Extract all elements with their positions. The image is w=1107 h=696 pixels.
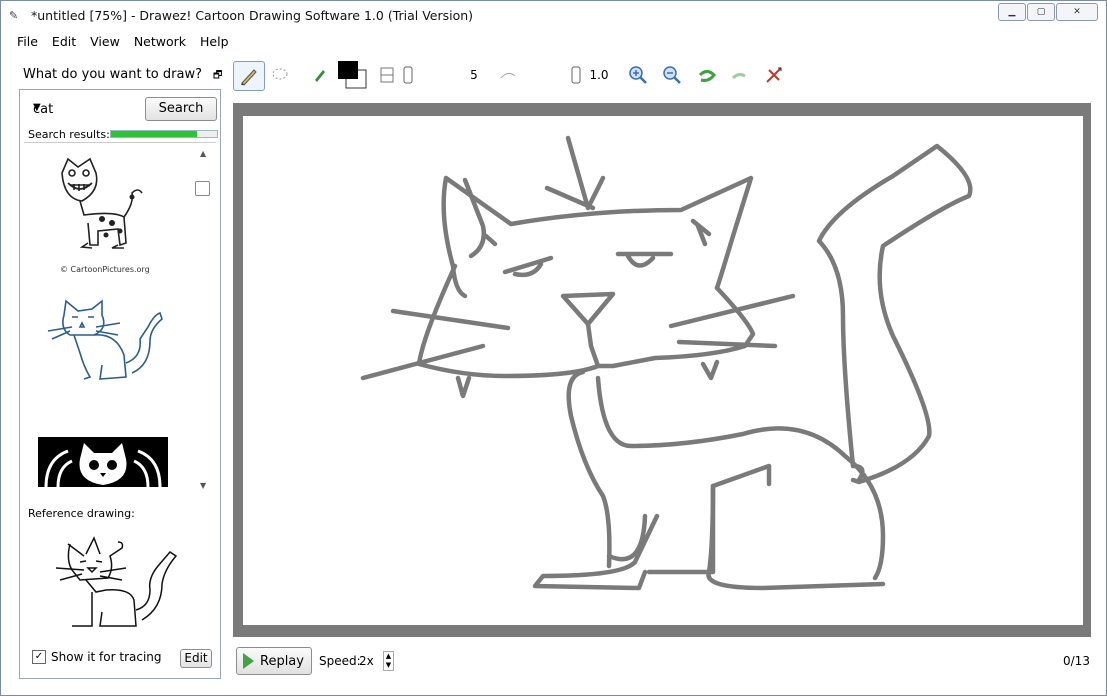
menu-network[interactable]: Network [127,31,193,53]
cat-drawing [360,135,973,591]
show-tracing-option[interactable]: ✓ Show it for tracing [32,650,162,664]
size-slider-handle[interactable] [401,61,415,89]
clear-icon [766,67,782,83]
chevron-down-icon[interactable]: ▼ [33,102,41,113]
result-thumbnail-1[interactable] [54,153,150,265]
cat-sketch-blue-thumbnail [47,299,163,380]
image-credit: © CartoonPictures.org [60,265,150,274]
undo-button[interactable] [695,61,719,89]
window-controls: ▁ ▢ ✕ [998,3,1098,21]
menu-view[interactable]: View [83,31,127,53]
search-button[interactable]: Search [145,97,217,121]
results-label: Search results: [28,128,110,141]
window-title: *untitled [75%] - Drawez! Cartoon Drawin… [31,8,474,23]
replay-button[interactable]: Replay [236,647,312,675]
brush-size-tool[interactable] [377,61,397,89]
scroll-down-icon[interactable]: ▼ [200,481,206,490]
menu-edit[interactable]: Edit [45,31,83,53]
menu-bar: File Edit View Network Help [1,31,1107,53]
zoom-out-button[interactable] [659,61,685,89]
scroll-up-icon[interactable]: ▲ [200,149,206,158]
menu-help[interactable]: Help [193,31,236,53]
drawing-canvas[interactable] [243,116,1083,625]
panel-heading: What do you want to draw? [23,67,202,82]
tracing-checkbox[interactable]: ✓ [32,650,46,664]
slider-handle-icon [403,66,413,84]
cat-skull-thumbnail [38,437,168,487]
search-input[interactable]: cat ▼ [29,100,137,120]
close-button[interactable]: ✕ [1056,3,1098,21]
progress-fill [111,131,197,137]
lasso-tool-button[interactable] [267,61,293,89]
clear-button[interactable] [761,61,787,89]
restore-panel-icon[interactable]: 🗗 [213,68,222,85]
result-thumbnail-2[interactable] [46,293,166,389]
play-icon [243,653,254,669]
speed-spinner[interactable]: ▲ ▼ [383,651,394,671]
pencil-app-icon[interactable]: ✎ [9,9,18,22]
speed-label: Speed: [319,654,361,668]
zoom-in-button[interactable] [625,61,651,89]
zoom-in-icon [629,66,647,84]
pencil-icon [241,69,257,86]
pencil-tool-button[interactable] [233,61,265,91]
reference-drawing [50,530,190,640]
result-select-checkbox[interactable] [195,181,210,196]
line-size-icon [380,67,394,83]
smoothing-tool[interactable] [497,61,519,89]
opacity-slider-handle[interactable] [569,61,583,89]
title-bar: ✎ *untitled [75%] - Drawez! Cartoon Draw… [1,1,1106,31]
tracing-label: Show it for tracing [51,650,162,664]
minimize-button[interactable]: ▁ [998,3,1026,21]
reference-label: Reference drawing: [28,507,135,520]
redo-icon [731,72,746,80]
lasso-icon [272,68,288,80]
color-picker[interactable] [335,61,369,89]
cat-grinning-thumbnail [61,157,143,249]
opacity-value: 1.0 [589,68,609,82]
edit-reference-button[interactable]: Edit [180,649,212,668]
undo-icon [698,70,716,82]
slider-handle-icon [571,66,581,84]
brush-icon [315,70,325,82]
menu-file[interactable]: File [10,31,45,53]
replay-label: Replay [260,653,304,669]
zoom-out-icon [663,66,681,84]
search-panel: What do you want to draw? 🗗 cat ▼ Search… [15,61,225,681]
results-list[interactable]: ▲ © CartoonPictures.org ▼ [24,142,216,503]
stroke-counter: 0/13 [1063,654,1090,668]
search-progress-bar [110,130,218,138]
panel-body: cat ▼ Search Search results: ▲ © Cartoon… [19,89,221,679]
brush-size-value: 5 [470,68,478,82]
eraser-tool-button[interactable] [309,61,331,89]
drawing-toolbar: 5 1.0 [233,61,813,91]
maximize-button[interactable]: ▢ [1027,3,1055,21]
smooth-icon [500,72,516,79]
app-window: ✎ *untitled [75%] - Drawez! Cartoon Draw… [0,0,1107,696]
speed-value[interactable]: 2x [359,654,374,668]
color-swatch-icon [338,61,367,89]
playback-bar: Replay Speed: 2x ▲ ▼ 0/13 [233,646,1098,678]
cat-reference-image [55,536,178,627]
result-thumbnail-3[interactable] [38,437,168,487]
redo-button[interactable] [727,61,751,89]
canvas-frame [233,103,1091,637]
